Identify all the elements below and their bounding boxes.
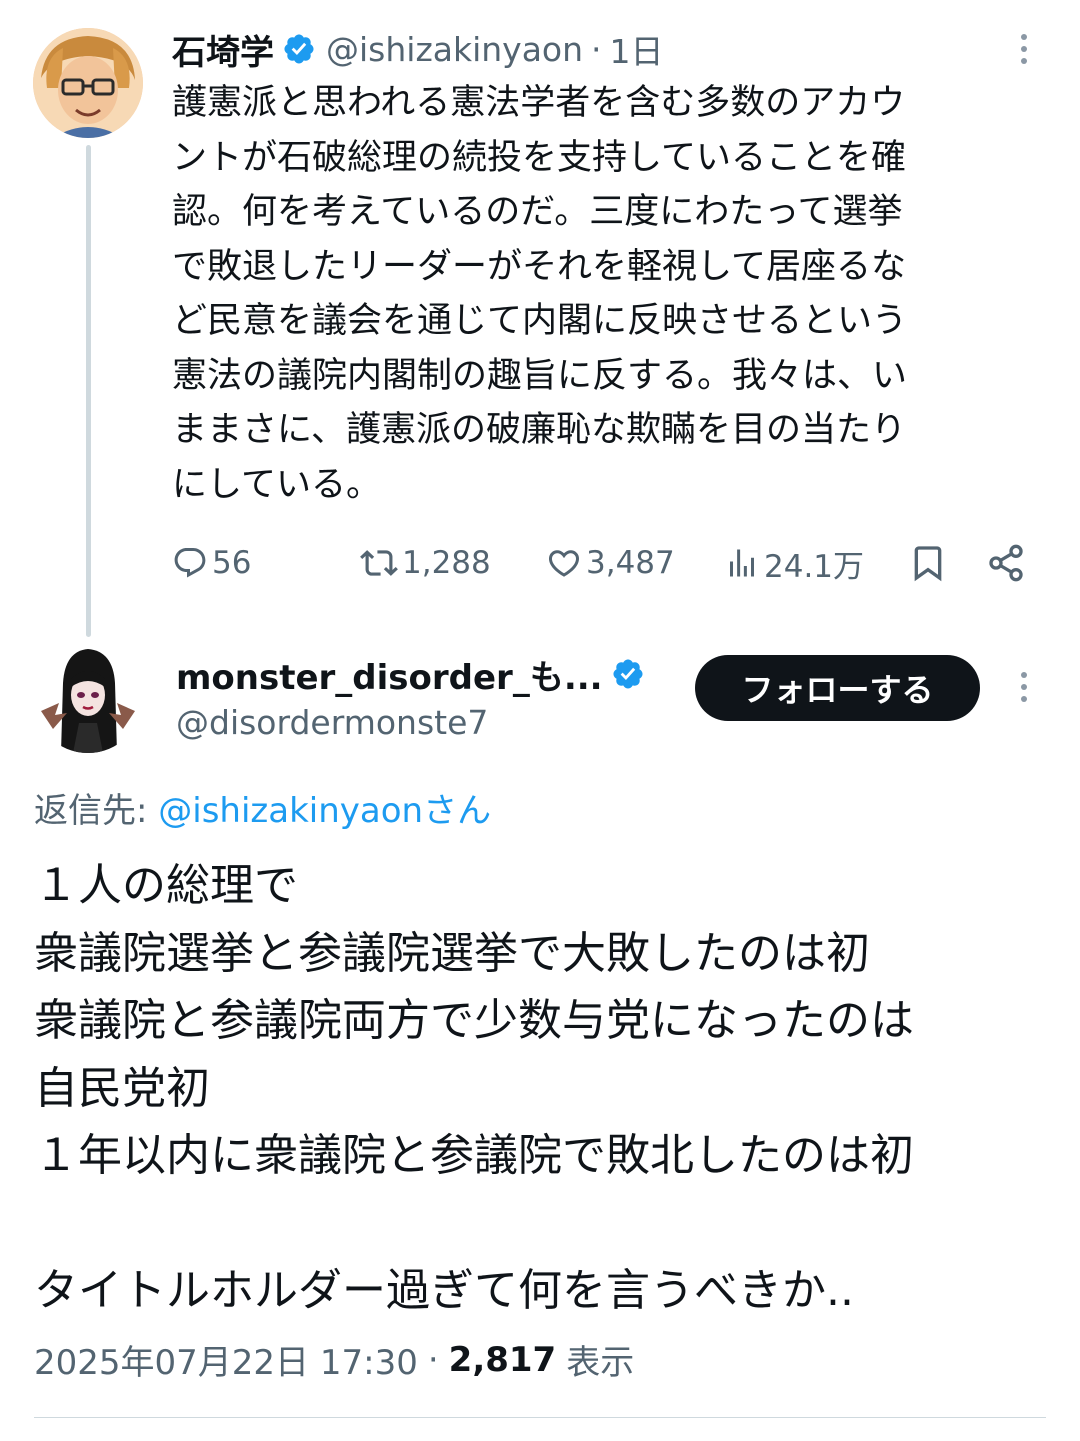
tweet1-line: ントが石破総理の続投を支持していることを確	[172, 137, 906, 178]
tweet1-line: 認。何を考えているのだ。三度にわたって選挙	[172, 192, 903, 232]
tweet1-line: 憲法の議院内閣制の趣旨に反する。我々は、い	[172, 355, 908, 396]
tweet1-header: 石埼学 @ishizakinyaon · 1日	[172, 25, 664, 73]
tweet2-line: 衆議院選挙と参議院選挙で大敗したのは初	[34, 927, 870, 979]
bookmark-icon	[914, 546, 942, 582]
divider	[34, 1417, 1046, 1418]
tweet1-actions: 56 1,288 3,487 24.1万	[172, 536, 1032, 590]
tweet1-line: ままさに、護憲派の破廉恥な欺瞞を目の当たり	[172, 410, 906, 450]
avatar-ishizaki[interactable]	[33, 28, 143, 138]
tweet2-line: １年以内に衆議院と参議院で敗北したのは初	[34, 1130, 914, 1181]
avatar-monster-disorder[interactable]	[33, 643, 143, 753]
verified-icon	[282, 32, 316, 66]
tweet2-line: タイトルホルダー過ぎて何を言うべきか..	[34, 1265, 854, 1316]
view-count: 2,817	[448, 1339, 557, 1380]
tweet2-name-row: monster_disorder_も...	[176, 650, 655, 698]
tweet1-text: 護憲派と思われる憲法学者を含む多数のアカウ ントが石破総理の続投を支持しているこ…	[172, 76, 1052, 512]
like-icon	[548, 550, 580, 577]
author-name[interactable]: 石埼学	[172, 25, 274, 74]
reply-button[interactable]: 56	[172, 536, 251, 590]
tweet1-line: で敗退したリーダーがそれを軽視して居座るな	[172, 246, 906, 287]
tweet2-meta: 2025年07月22日 17:30 · 2,817 表示	[34, 1335, 634, 1384]
tweet2-text: １人の総理で 衆議院選挙と参議院選挙で大敗したのは初 衆議院と参議院両方で少数与…	[34, 852, 1054, 1325]
share-button[interactable]	[986, 536, 1030, 590]
tweet-timestamp[interactable]: 2025年07月22日 17:30	[34, 1335, 418, 1384]
retweet-icon	[360, 550, 398, 576]
follow-button[interactable]: フォローする	[695, 655, 980, 721]
tweet1-line: にしている。	[172, 464, 381, 505]
like-button[interactable]: 3,487	[546, 536, 675, 590]
tweet2-line: １人の総理で	[34, 860, 298, 911]
view-label: 表示	[566, 1343, 635, 1383]
more-icon[interactable]	[1018, 34, 1030, 64]
more-icon[interactable]	[1018, 672, 1030, 702]
tweet1-line: ど民意を議会を通じて内閣に反映させるという	[172, 301, 908, 341]
tweet-time[interactable]: 1日	[610, 25, 664, 73]
dot-separator: ·	[591, 29, 602, 69]
reply-to-line: 返信先: @ishizakinyaonさん	[34, 783, 491, 832]
retweet-button[interactable]: 1,288	[360, 536, 491, 590]
reply-to-mention[interactable]: @ishizakinyaon	[158, 791, 423, 831]
tweet2-line: 自民党初	[34, 1062, 210, 1114]
thread-line	[86, 145, 91, 637]
retweet-count: 1,288	[402, 545, 491, 581]
bookmark-button[interactable]	[908, 536, 952, 590]
tweet2-handle-row: @disordermonste7	[176, 699, 488, 745]
dot-separator: ·	[427, 1339, 439, 1380]
reply-to-suffix: さん	[423, 791, 492, 831]
tweet1-line: 護憲派と思われる憲法学者を含む多数のアカウ	[172, 83, 906, 123]
tweet2-line: 衆議院と参議院両方で少数与党になったのは	[34, 995, 914, 1046]
reply-to-prefix: 返信先:	[34, 791, 159, 831]
author-handle[interactable]: @disordermonste7	[176, 703, 488, 742]
author-name[interactable]: monster_disorder_も...	[176, 650, 603, 699]
views-icon	[730, 549, 754, 577]
like-count: 3,487	[586, 545, 675, 581]
views-count: 24.1万	[764, 548, 865, 585]
verified-icon	[611, 657, 645, 691]
views-button[interactable]: 24.1万	[724, 536, 864, 590]
author-handle[interactable]: @ishizakinyaon	[326, 30, 583, 69]
reply-count: 56	[212, 545, 252, 581]
share-icon	[989, 544, 1023, 582]
reply-icon	[174, 548, 206, 578]
